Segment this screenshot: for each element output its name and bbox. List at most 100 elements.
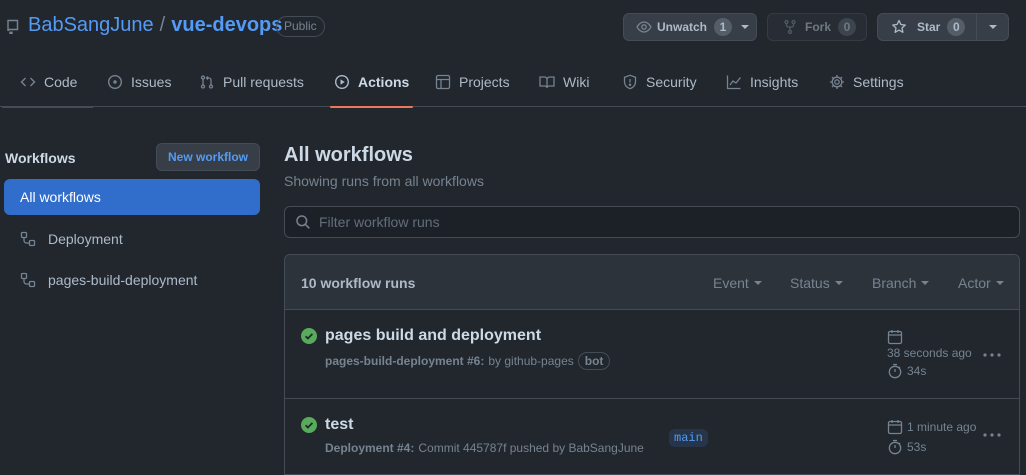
visibility-badge: Public — [276, 16, 325, 37]
kebab-menu-icon[interactable] — [981, 347, 1003, 363]
filter-label: Status — [790, 275, 830, 291]
run-duration: 53s — [907, 440, 927, 454]
chevron-down-icon — [995, 281, 1004, 285]
run-time-ago: 38 seconds ago — [887, 346, 972, 360]
run-time-ago: 1 minute ago — [907, 420, 977, 434]
star-count: 0 — [947, 18, 966, 36]
chevron-down-icon — [988, 25, 997, 29]
run-duration-row: 34s — [887, 363, 972, 379]
chevron-down-icon — [753, 281, 762, 285]
tab-issues[interactable]: Issues — [103, 56, 175, 107]
runs-list-header: 10 workflow runs Event Status Branch Act… — [285, 255, 1019, 310]
watch-count: 1 — [714, 18, 733, 36]
star-icon — [891, 19, 907, 35]
repo-header: BabSangJune / vue-devops Public Unwatch … — [0, 0, 1026, 56]
tab-wiki[interactable]: Wiki — [535, 56, 593, 107]
run-meta: pages-build-deployment #6: by github-pag… — [325, 352, 611, 370]
table-icon — [435, 74, 451, 90]
filter-label: Event — [713, 275, 749, 291]
tab-security[interactable]: Security — [618, 56, 701, 107]
repo-title: BabSangJune / vue-devops — [28, 14, 282, 37]
filter-workflow-runs[interactable] — [284, 206, 1020, 238]
sidebar-title: Workflows — [5, 150, 76, 166]
status-filter[interactable]: Status — [790, 275, 843, 291]
run-title-link[interactable]: test — [325, 416, 353, 434]
run-timing: 1 minute ago 53s — [887, 419, 976, 455]
new-workflow-button[interactable]: New workflow — [156, 143, 260, 171]
tab-pull-requests[interactable]: Pull requests — [195, 56, 308, 107]
fork-icon — [782, 19, 798, 35]
workflow-runs-list: 10 workflow runs Event Status Branch Act… — [284, 254, 1020, 475]
stopwatch-icon — [887, 439, 903, 455]
run-duration: 34s — [907, 364, 927, 378]
fork-label: Fork — [805, 20, 832, 34]
run-detail: by github-pages — [488, 354, 574, 368]
filter-label: Branch — [872, 275, 917, 291]
search-input[interactable] — [319, 214, 1019, 230]
title-separator: / — [159, 14, 166, 36]
run-duration-row: 53s — [887, 439, 976, 455]
sidebar-item-label: All workflows — [20, 189, 101, 205]
run-workflow-name: pages-build-deployment #6: — [325, 354, 485, 368]
pull-request-icon — [199, 74, 215, 90]
fork-button[interactable]: Fork 0 — [767, 13, 867, 41]
actor-filter[interactable]: Actor — [958, 275, 1004, 291]
chevron-down-icon — [921, 281, 930, 285]
graph-icon — [726, 74, 742, 90]
tab-label: Wiki — [563, 73, 590, 90]
runs-count: 10 workflow runs — [301, 275, 416, 291]
chevron-down-icon — [741, 25, 750, 29]
tab-label: Projects — [459, 73, 510, 90]
run-date-row — [887, 329, 972, 345]
repo-tabs: Code Issues Pull requests Actions Projec… — [0, 56, 1026, 108]
tab-projects[interactable]: Projects — [431, 56, 514, 107]
tab-label: Settings — [853, 73, 904, 90]
check-circle-icon — [301, 328, 317, 344]
star-list-dropdown[interactable] — [977, 14, 1008, 40]
tab-label: Issues — [131, 73, 172, 90]
branch-filter[interactable]: Branch — [872, 275, 930, 291]
tab-code[interactable]: Code — [1, 56, 95, 108]
fork-count: 0 — [838, 18, 857, 36]
tab-insights[interactable]: Insights — [722, 56, 802, 107]
run-timing: 38 seconds ago 34s — [887, 329, 972, 379]
star-button[interactable]: Star 0 — [878, 14, 977, 40]
tab-label: Pull requests — [223, 73, 304, 90]
workflow-icon — [20, 231, 36, 247]
repo-icon — [5, 18, 21, 34]
repo-name-link[interactable]: vue-devops — [171, 14, 282, 37]
tab-actions[interactable]: Actions — [330, 56, 414, 108]
tab-label: Actions — [358, 73, 410, 90]
unwatch-button[interactable]: Unwatch 1 — [623, 13, 757, 41]
calendar-icon — [887, 419, 903, 435]
sidebar-item-all-workflows[interactable]: All workflows — [4, 179, 260, 215]
run-detail: Commit 445787f pushed by BabSangJune — [418, 441, 644, 455]
run-title-link[interactable]: pages build and deployment — [325, 327, 541, 345]
branch-tag[interactable]: main — [669, 429, 708, 447]
bot-badge: bot — [577, 352, 611, 370]
sidebar-item-pages-build-deployment[interactable]: pages-build-deployment — [4, 262, 260, 298]
run-workflow-name: Deployment #4: — [325, 441, 415, 455]
event-filter[interactable]: Event — [713, 275, 762, 291]
kebab-menu-icon[interactable] — [981, 427, 1003, 443]
tab-settings[interactable]: Settings — [825, 56, 908, 107]
workflow-run-row[interactable]: test Deployment #4: Commit 445787f pushe… — [285, 399, 1019, 475]
check-circle-icon — [301, 417, 317, 433]
play-icon — [334, 74, 350, 90]
run-meta: Deployment #4: Commit 445787f pushed by … — [325, 441, 644, 455]
page-subtitle: Showing runs from all workflows — [284, 173, 484, 189]
tab-label: Security — [646, 73, 697, 90]
stopwatch-icon — [887, 363, 903, 379]
sidebar-item-deployment[interactable]: Deployment — [4, 221, 260, 257]
star-label: Star — [917, 20, 941, 34]
workflow-run-row[interactable]: pages build and deployment pages-build-d… — [285, 310, 1019, 399]
chevron-down-icon — [834, 281, 843, 285]
issue-icon — [107, 74, 123, 90]
unwatch-label: Unwatch — [657, 20, 708, 34]
workflow-icon — [20, 272, 36, 288]
star-button-group: Star 0 — [877, 13, 1009, 41]
owner-link[interactable]: BabSangJune — [28, 14, 154, 37]
book-icon — [539, 74, 555, 90]
sidebar-item-label: pages-build-deployment — [48, 272, 198, 288]
calendar-icon — [887, 329, 903, 345]
